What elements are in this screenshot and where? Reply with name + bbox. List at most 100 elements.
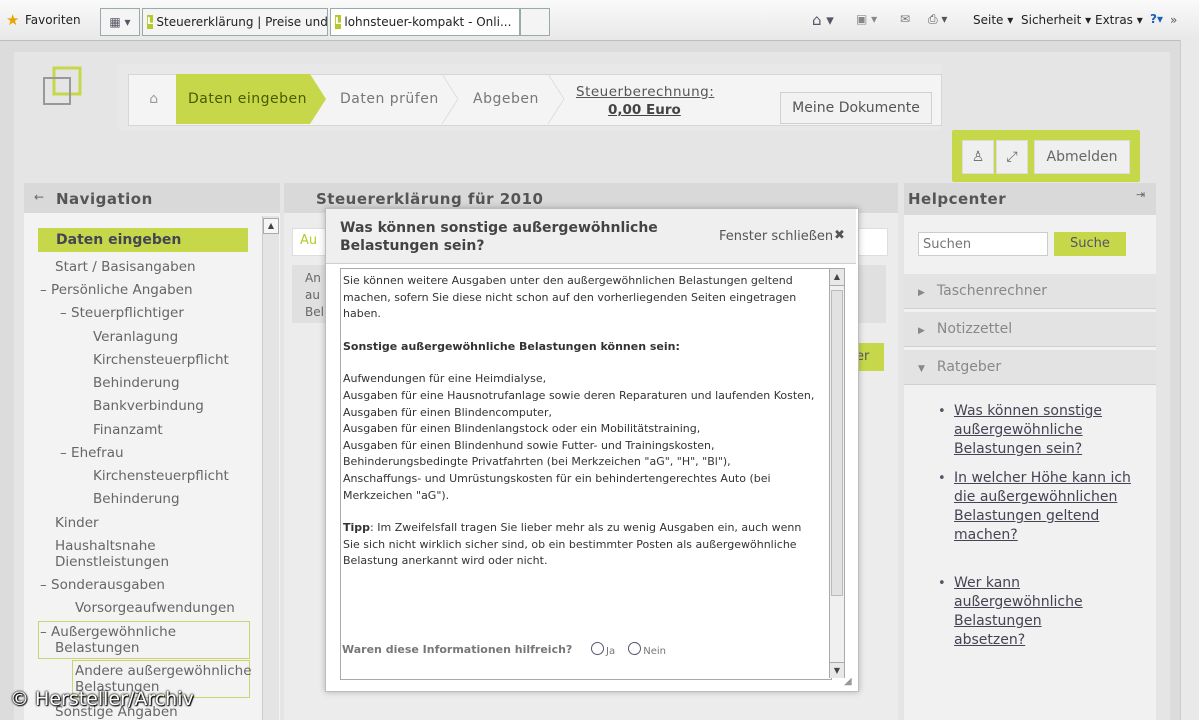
help-link[interactable]: Wer kann außergewöhnliche Belastungen ab… (954, 574, 1114, 650)
feedback-question: Waren diese Informationen hilfreich? (342, 643, 572, 656)
help-section-label: Taschenrechner (936, 283, 1047, 299)
modal-list-item: Ausgaben für eine Hausnotrufanlage sowie… (343, 388, 815, 402)
nav-item[interactable]: Belastungen (55, 640, 139, 656)
chevron-right-icon[interactable]: » (1170, 8, 1188, 32)
main-text-fragment: Bel (305, 305, 324, 319)
help-link[interactable]: Was können sonstige außergewöhnliche Bel… (954, 402, 1134, 459)
resize-handle-icon[interactable]: ◢ (844, 676, 852, 687)
site-favicon-icon: L (147, 15, 154, 29)
radio-yes[interactable] (591, 642, 604, 655)
modal-tip-label: Tipp (343, 521, 371, 535)
collapse-icon[interactable]: ← (34, 190, 44, 204)
modal-intro: Sie können weitere Ausgaben unter den au… (343, 274, 797, 321)
step-enter-data[interactable]: Daten eingeben (176, 74, 310, 124)
navigation-scrollbar[interactable] (262, 216, 279, 720)
favorites-button[interactable]: Favoriten (25, 13, 81, 27)
scroll-up-icon[interactable]: ▲ (830, 269, 844, 286)
tax-calc-value: 0,00 Euro (608, 102, 681, 118)
help-section-guide[interactable]: ▼ Ratgeber (904, 350, 1156, 385)
home-step-icon[interactable]: ⌂ (140, 74, 168, 124)
scroll-up-icon[interactable]: ▲ (263, 218, 279, 234)
modal-title-line2: Belastungen sein? (340, 238, 485, 254)
modal-title-line1: Was können sonstige außergewöhnliche (340, 220, 658, 236)
feedback-options: Ja Nein (585, 642, 666, 657)
help-section-notes[interactable]: ▶ Notizzettel (904, 312, 1156, 347)
nav-item[interactable]: – Persönliche Angaben (40, 282, 193, 298)
help-section-label: Ratgeber (936, 359, 1002, 375)
home-icon[interactable]: ⌂ ▾ (812, 11, 834, 29)
nav-item[interactable]: Kirchensteuerpflicht (93, 352, 229, 368)
help-search-input[interactable] (918, 232, 1048, 256)
browser-tab-2[interactable]: L lohnsteuer-kompakt - Onli... ✕ (330, 8, 520, 36)
help-title: Helpcenter (908, 190, 1007, 208)
browser-tab-2-label: lohnsteuer-kompakt - Onli... (344, 15, 512, 29)
step-arrow-icon (442, 74, 458, 124)
menu-page[interactable]: Seite ▾ (973, 13, 1013, 27)
nav-item[interactable]: Kinder (55, 515, 99, 531)
nav-item-selected[interactable]: Daten eingeben (38, 228, 248, 252)
browser-tab-1-label: Steuererklärung | Preise und ... (156, 15, 328, 29)
radio-no[interactable] (628, 642, 642, 655)
nav-item[interactable]: Finanzamt (93, 422, 163, 438)
user-icon[interactable]: ♙ (962, 140, 994, 174)
print-icon[interactable]: ⎙ ▾ (928, 12, 947, 27)
modal-content: Sie können weitere Ausgaben unter den au… (340, 268, 832, 680)
nav-item[interactable]: Behinderung (93, 491, 180, 507)
nav-item[interactable]: – Ehefrau (60, 445, 124, 461)
step-arrow-icon (310, 74, 326, 124)
logo-icon (43, 66, 82, 105)
nav-item[interactable]: Vorsorgeaufwendungen (75, 600, 235, 616)
menu-extras[interactable]: Extras ▾ (1095, 13, 1143, 27)
scroll-down-icon[interactable]: ▼ (830, 662, 844, 678)
nav-item[interactable]: – Steuerpflichtiger (60, 305, 184, 321)
favorites-star-icon[interactable]: ★ (6, 13, 22, 28)
modal-list-item: Anschaffungs- und Umrüstungskosten für e… (343, 471, 771, 502)
modal-close-button[interactable]: Fenster schließen (719, 229, 835, 244)
copyright-watermark: © Hersteller/Archiv (10, 688, 194, 710)
main-text-fragment: au (305, 288, 320, 302)
nav-item[interactable]: Kirchensteuerpflicht (93, 468, 229, 484)
tax-calc-label[interactable]: Steuerberechnung: (576, 84, 714, 100)
bullet-icon: • (938, 404, 946, 419)
tab-grid-icon[interactable]: ▦ ▾ (100, 8, 140, 36)
feeds-icon[interactable]: ▣ ▾ (856, 12, 877, 26)
modal-tip: Tipp: Im Zweifelsfall tragen Sie lieber … (343, 520, 817, 570)
feedback-question-text: Waren diese Informationen hilfreich? (342, 643, 573, 656)
help-section-calculator[interactable]: ▶ Taschenrechner (904, 274, 1156, 309)
expand-icon[interactable]: ⇥ (1136, 188, 1145, 201)
modal-list-item: Aufwendungen für eine Heimdialyse, (343, 372, 547, 386)
step-arrow-icon (548, 74, 564, 124)
modal-list-item: Ausgaben für einen Blindenlangstock oder… (343, 422, 701, 436)
logout-button[interactable]: Abmelden (1034, 140, 1130, 174)
main-text-fragment: An (305, 271, 321, 285)
my-documents-button[interactable]: Meine Dokumente (780, 92, 932, 124)
help-section-label: Notizzettel (936, 321, 1013, 337)
modal-list-item: Ausgaben für einen Blindencomputer, (343, 405, 552, 419)
fullscreen-icon[interactable]: ⤢ (996, 140, 1028, 174)
close-icon[interactable]: ✖ (834, 228, 845, 243)
modal-scroll-thumb[interactable] (831, 290, 843, 596)
nav-item[interactable]: Start / Basisangaben (55, 259, 196, 275)
nav-item[interactable]: Andere außergewöhnliche (75, 663, 252, 679)
radio-no-label: Nein (643, 646, 667, 657)
help-menu-icon[interactable]: ?▾ (1150, 12, 1163, 26)
step-submit[interactable]: Abgeben (473, 74, 539, 124)
help-link[interactable]: In welcher Höhe kann ich die außergewöhn… (954, 469, 1134, 545)
browser-scrollbar[interactable] (1180, 40, 1199, 720)
nav-item[interactable]: Veranlagung (93, 329, 178, 345)
modal-tip-text: : Im Zweifelsfall tragen Sie lieber mehr… (343, 521, 802, 568)
new-tab-button[interactable] (520, 8, 550, 36)
nav-item[interactable]: – Außergewöhnliche (40, 624, 176, 640)
main-tab-fragment[interactable]: Au (300, 233, 317, 248)
bullet-icon: • (938, 576, 946, 591)
mail-icon[interactable]: ✉ (900, 12, 910, 26)
menu-safety[interactable]: Sicherheit ▾ (1021, 13, 1091, 27)
nav-item[interactable]: Behinderung (93, 375, 180, 391)
nav-item[interactable]: – Sonderausgaben (40, 577, 165, 593)
step-check-data[interactable]: Daten prüfen (340, 74, 439, 124)
help-search-button[interactable]: Suche (1054, 232, 1126, 256)
nav-item[interactable]: Dienstleistungen (55, 554, 169, 570)
nav-item[interactable]: Bankverbindung (93, 398, 204, 414)
nav-item[interactable]: Haushaltsnahe (55, 538, 156, 554)
browser-tab-1[interactable]: L Steuererklärung | Preise und ... (142, 8, 328, 36)
